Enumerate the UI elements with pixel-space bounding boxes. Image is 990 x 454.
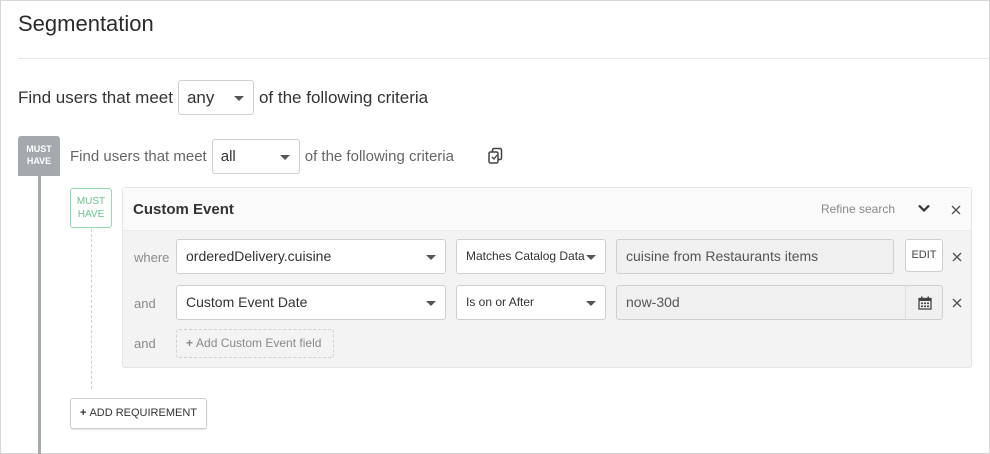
caret-down-icon [426, 254, 436, 260]
page-title: Segmentation [18, 11, 154, 36]
close-icon[interactable] [951, 297, 963, 309]
group-match-value: all [220, 148, 236, 165]
chevron-down-icon[interactable] [917, 201, 931, 215]
plus-icon: + [186, 336, 194, 350]
caret-down-icon [586, 300, 596, 306]
title-divider [18, 58, 990, 59]
close-icon[interactable] [950, 204, 962, 216]
add-field-label: Add Custom Event field [196, 336, 322, 350]
caret-down-icon [233, 95, 244, 101]
refine-search-link[interactable]: Refine search [821, 202, 895, 216]
group-criteria-sentence: Find users that meet all of the followin… [70, 139, 454, 174]
calendar-icon [918, 296, 932, 310]
operator-select[interactable]: Is on or After [456, 285, 606, 320]
date-value-text: now-30d [626, 294, 680, 310]
edit-button[interactable]: EDIT [905, 239, 943, 272]
add-requirement-label: ADD REQUIREMENT [89, 407, 197, 419]
requirement-header: Custom Event Refine search [123, 188, 971, 231]
requirement-must-have-badge[interactable]: MUST HAVE [70, 188, 112, 228]
calendar-button[interactable] [905, 285, 943, 320]
top-match-select[interactable]: any [177, 80, 254, 115]
caret-down-icon [426, 300, 436, 306]
group-match-select[interactable]: all [211, 139, 300, 174]
add-requirement-button[interactable]: + ADD REQUIREMENT [70, 398, 207, 429]
row-label-where: where [134, 250, 170, 265]
caret-down-icon [586, 254, 596, 260]
group-rail [38, 176, 41, 454]
group-must-have-badge[interactable]: MUST HAVE [18, 136, 60, 176]
requirement-connector [91, 229, 92, 389]
event-property-value: orderedDelivery.cuisine [186, 248, 332, 264]
event-property-select[interactable]: Custom Event Date [176, 285, 446, 320]
catalog-value-field[interactable]: cuisine from Restaurants items [616, 239, 894, 274]
top-criteria-sentence: Find users that meet any of the followin… [18, 80, 428, 115]
custom-event-requirement: Custom Event Refine search where ordered… [122, 187, 972, 368]
plus-icon: + [80, 407, 87, 419]
event-property-select[interactable]: orderedDelivery.cuisine [176, 239, 446, 274]
operator-select[interactable]: Matches Catalog Data [456, 239, 606, 274]
caret-down-icon [279, 154, 290, 160]
catalog-value-text: cuisine from Restaurants items [626, 248, 819, 264]
operator-value: Matches Catalog Data [466, 249, 585, 263]
operator-value: Is on or After [466, 295, 535, 309]
add-custom-event-field-button[interactable]: + Add Custom Event field [176, 329, 334, 358]
row-label-and: and [134, 296, 156, 311]
event-property-value: Custom Event Date [186, 294, 308, 310]
top-criteria-suffix: of the following criteria [258, 87, 429, 107]
date-value-field[interactable]: now-30d [616, 285, 906, 320]
requirement-title: Custom Event [133, 201, 234, 218]
top-match-value: any [186, 88, 215, 107]
row-label-and: and [134, 336, 156, 351]
copy-icon[interactable] [487, 147, 505, 165]
group-criteria-prefix: Find users that meet [70, 148, 207, 165]
top-criteria-prefix: Find users that meet [18, 87, 173, 107]
close-icon[interactable] [951, 251, 963, 263]
group-criteria-suffix: of the following criteria [304, 148, 454, 165]
